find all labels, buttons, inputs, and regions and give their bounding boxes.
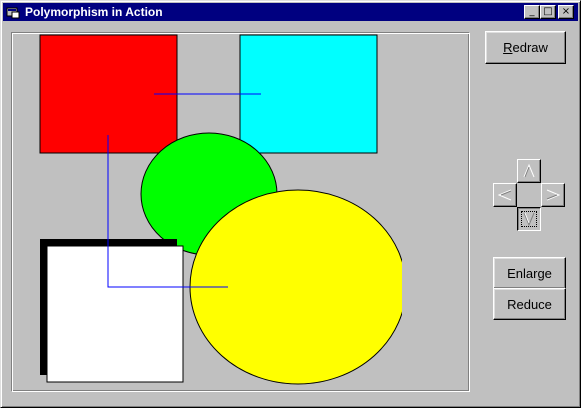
minimize-button[interactable]: _ bbox=[524, 5, 540, 19]
arrow-left-icon bbox=[497, 189, 512, 201]
window-title: Polymorphism in Action bbox=[25, 5, 163, 19]
arrow-up-icon bbox=[523, 163, 535, 178]
nudge-right-button[interactable] bbox=[541, 183, 565, 207]
focus-rectangle bbox=[521, 211, 537, 227]
close-button[interactable]: × bbox=[558, 5, 574, 19]
redraw-button[interactable]: Redraw bbox=[485, 31, 566, 64]
redraw-label: Redraw bbox=[503, 40, 548, 55]
maximize-button[interactable]: □ bbox=[540, 5, 556, 19]
nudge-up-button[interactable] bbox=[517, 159, 541, 183]
enlarge-label: Enlarge bbox=[507, 265, 552, 281]
main-window: Polymorphism in Action _ □ × Redraw Enla… bbox=[0, 0, 581, 408]
maximize-icon: □ bbox=[543, 6, 553, 17]
reduce-button[interactable]: Reduce bbox=[493, 288, 566, 320]
drawing-area[interactable] bbox=[13, 34, 468, 390]
title-bar[interactable]: Polymorphism in Action _ □ × bbox=[3, 3, 578, 21]
shape-white-rectangle[interactable] bbox=[46, 245, 184, 383]
minimize-icon: _ bbox=[529, 6, 535, 17]
nudge-down-button[interactable] bbox=[517, 207, 541, 231]
arrow-right-icon bbox=[546, 189, 561, 201]
nudge-left-button[interactable] bbox=[493, 183, 517, 207]
reduce-label: Reduce bbox=[507, 296, 552, 312]
enlarge-button[interactable]: Enlarge bbox=[493, 257, 566, 289]
canvas-clip-region bbox=[402, 34, 468, 390]
close-icon: × bbox=[561, 6, 571, 17]
shapes-canvas bbox=[39, 34, 468, 390]
app-icon bbox=[6, 7, 20, 19]
